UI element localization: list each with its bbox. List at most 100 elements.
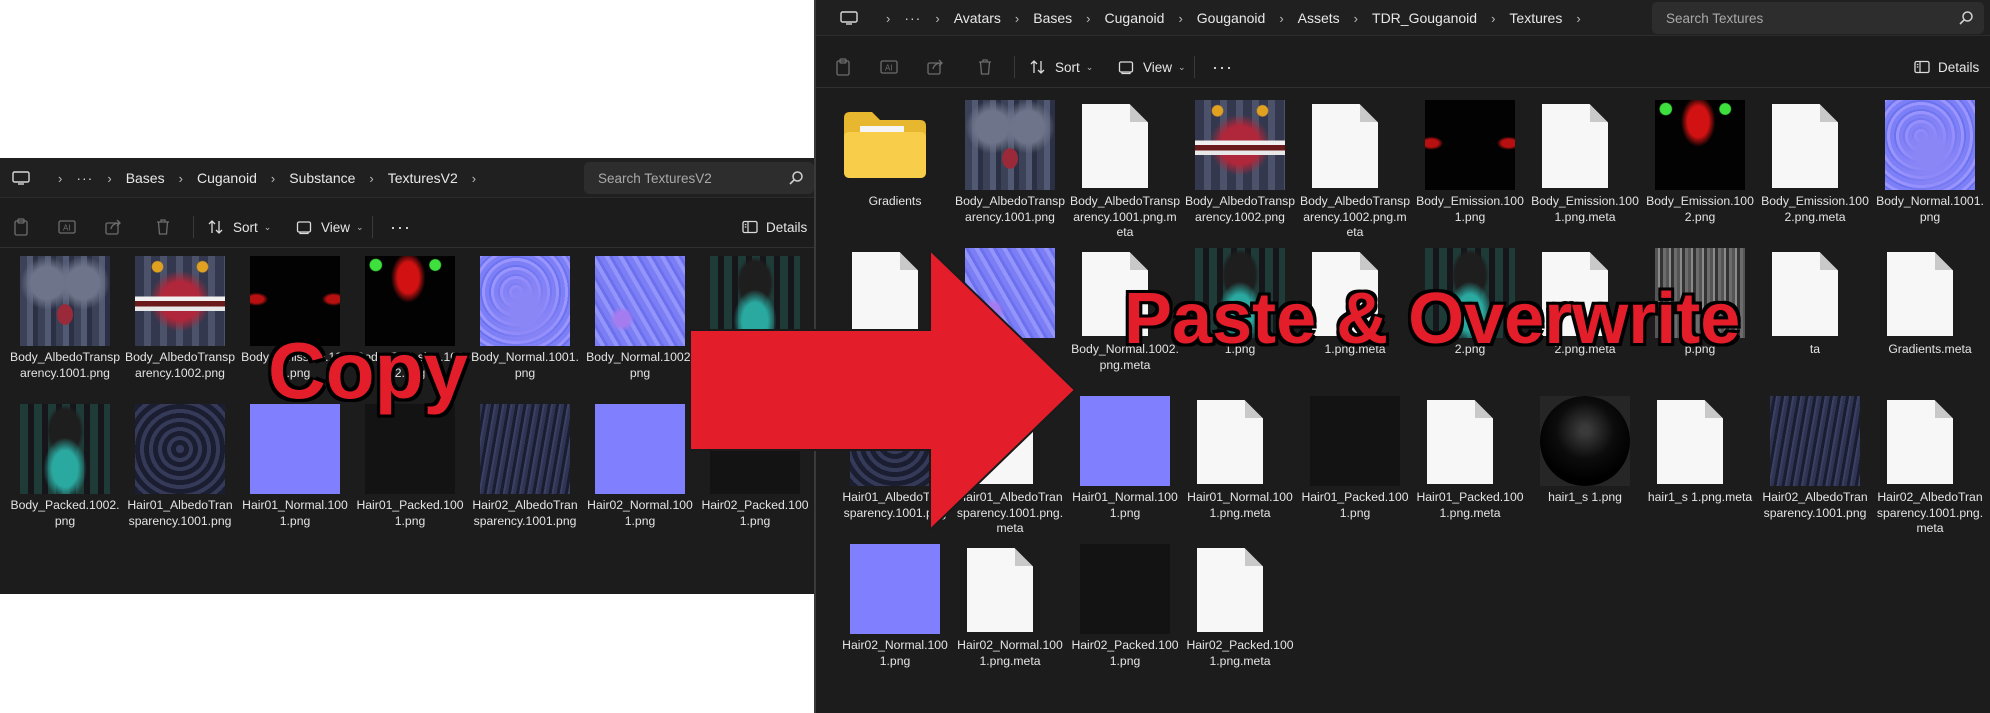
file-item[interactable]: Body_Packed.1001.png [700,256,810,400]
sort-button[interactable]: Sort ⌄ [208,206,271,248]
file-item[interactable]: Body_Normal.1002.png [585,256,695,400]
file-item[interactable]: Hair02_Normal.1001.png [585,404,695,548]
more-locations-icon[interactable]: ··· [76,170,93,186]
folder-item[interactable]: Gradients [840,100,950,244]
file-item[interactable]: Body_Emission.1002.png [355,256,465,400]
share-button[interactable] [926,46,944,88]
breadcrumb-segment[interactable]: Assets [1298,10,1340,26]
details-pane-button[interactable]: Details [742,206,807,248]
file-item[interactable]: Body_AlbedoTransparency.1001.png [10,256,120,400]
breadcrumb-segment[interactable]: Textures [1509,10,1562,26]
file-item[interactable]: Hair01_AlbedoTransparency.1001.png [125,404,235,548]
file-name-label: Hair01_AlbedoTransparency.1001.png.meta [956,490,1064,535]
file-item[interactable] [840,248,950,392]
texture-thumbnail [480,256,570,346]
file-item[interactable]: Body_AlbedoTransparency.1001.png [955,100,1065,244]
share-button[interactable] [104,206,122,248]
file-name-label: Body_Normal.1002.png [586,350,694,380]
file-item[interactable]: hair1_s 1.png [1530,396,1640,540]
file-item[interactable]: Hair01_Normal.1001.png [240,404,350,548]
more-options-button[interactable]: ··· [390,206,411,248]
file-icon [1197,400,1263,484]
breadcrumb-segment[interactable]: Substance [289,170,355,186]
file-item[interactable]: Hair01_Normal.1001.png [1070,396,1180,540]
more-options-button[interactable]: ··· [1212,46,1233,88]
view-icon [1118,61,1134,75]
file-item[interactable]: Body_Emission.1001.png [240,256,350,400]
search-input[interactable]: Search TexturesV2 [584,162,814,194]
breadcrumb-segment[interactable]: TexturesV2 [388,170,458,186]
texture-thumbnail [1655,100,1745,190]
view-button[interactable]: View ⌄ [1118,46,1186,88]
file-item[interactable]: Body_Normal.1001.png [1875,100,1985,244]
file-name-label: Body_Emission.1002.png [1646,194,1754,224]
file-item[interactable]: ta [1760,248,1870,392]
view-button[interactable]: View ⌄ [296,206,364,248]
file-item[interactable]: Body_AlbedoTransparency.1002.png.meta [1300,100,1410,244]
file-item[interactable]: Hair02_Packed.1001.png [1070,544,1180,688]
breadcrumb-segment[interactable]: TDR_Gouganoid [1372,10,1477,26]
rename-button[interactable]: AI [58,206,76,248]
file-item[interactable]: p.png [1645,248,1755,392]
file-item[interactable]: Hair02_Packed.1001.png.meta [1185,544,1295,688]
file-name-label: ta [1809,342,1821,356]
search-icon[interactable] [788,170,804,186]
delete-button[interactable] [154,206,172,248]
file-item[interactable] [955,248,1065,392]
file-item[interactable]: hair1_s 1.png.meta [1645,396,1755,540]
toolbar-divider [1194,56,1195,78]
file-item[interactable]: Hair02_AlbedoTransparency.1001.png.meta [1875,396,1985,540]
address-bar[interactable]: › ··· › Avatars › Bases › Cuganoid › Gou… [816,0,1990,36]
file-item[interactable]: Hair02_Normal.1001.png.meta [955,544,1065,688]
paste-button[interactable] [834,46,852,88]
file-item[interactable]: 1.png [1185,248,1295,392]
file-item[interactable]: Body_Normal.1002.png.meta [1070,248,1180,392]
file-item[interactable]: Hair02_Packed.1001.png [700,404,810,548]
details-pane-button[interactable]: Details [1914,46,1979,88]
file-item[interactable]: 2.png [1415,248,1525,392]
file-item[interactable]: Body_Emission.1002.png [1645,100,1755,244]
file-icon [1312,104,1378,188]
file-item[interactable]: Body_AlbedoTransparency.1002.png [125,256,235,400]
file-item[interactable]: Gradients.meta [1875,248,1985,392]
breadcrumb-segment[interactable]: Bases [126,170,165,186]
sort-button[interactable]: Sort ⌄ [1030,46,1093,88]
file-item[interactable]: Hair01_Packed.1001.png [355,404,465,548]
file-item[interactable]: Hair01_Normal.1001.png.meta [1185,396,1295,540]
file-name-label: Hair01_Packed.1001.png.meta [1416,490,1524,520]
file-item[interactable]: Hair02_AlbedoTransparency.1001.png [1760,396,1870,540]
file-item[interactable]: Body_Emission.1001.png.meta [1530,100,1640,244]
delete-button[interactable] [976,46,994,88]
file-item[interactable]: 1.png.meta [1300,248,1410,392]
file-item[interactable]: Body_Emission.1001.png [1415,100,1525,244]
search-input[interactable]: Search Textures [1652,2,1984,34]
file-item[interactable]: Body_AlbedoTransparency.1001.png.meta [1070,100,1180,244]
breadcrumb-segment[interactable]: Cuganoid [1105,10,1165,26]
rename-button[interactable]: AI [880,46,898,88]
breadcrumb-segment[interactable]: Avatars [954,10,1001,26]
file-name-label: Hair01_Normal.1001.png [242,498,348,528]
file-item[interactable]: Hair02_Normal.1001.png [840,544,950,688]
more-locations-icon[interactable]: ··· [904,10,921,26]
file-item[interactable]: 2.png.meta [1530,248,1640,392]
file-item[interactable]: Body_Packed.1002.png [10,404,120,548]
file-name-label: Body_Emission.1002.png.meta [1761,194,1869,224]
file-item[interactable]: Hair01_AlbedoTransparency.1001.png [840,396,950,540]
breadcrumb-segment[interactable]: Bases [1033,10,1072,26]
file-item[interactable]: Hair02_AlbedoTransparency.1001.png [470,404,580,548]
breadcrumb-segment[interactable]: Cuganoid [197,170,257,186]
file-item[interactable]: Body_Emission.1002.png.meta [1760,100,1870,244]
file-item[interactable]: Body_Normal.1001.png [470,256,580,400]
computer-icon[interactable] [840,11,858,25]
file-item[interactable]: Hair01_AlbedoTransparency.1001.png.meta [955,396,1065,540]
chevron-down-icon: ⌄ [356,221,364,232]
breadcrumb-segment[interactable]: Gouganoid [1197,10,1266,26]
file-item[interactable]: Hair01_Packed.1001.png.meta [1415,396,1525,540]
paste-button[interactable] [12,206,30,248]
file-item[interactable]: Body_AlbedoTransparency.1002.png [1185,100,1295,244]
search-icon[interactable] [1958,10,1974,26]
texture-thumbnail [365,404,455,494]
file-item[interactable]: Hair01_Packed.1001.png [1300,396,1410,540]
computer-icon[interactable] [12,171,30,185]
address-bar[interactable]: › ··· › Bases › Cuganoid › Substance › T… [0,158,814,198]
